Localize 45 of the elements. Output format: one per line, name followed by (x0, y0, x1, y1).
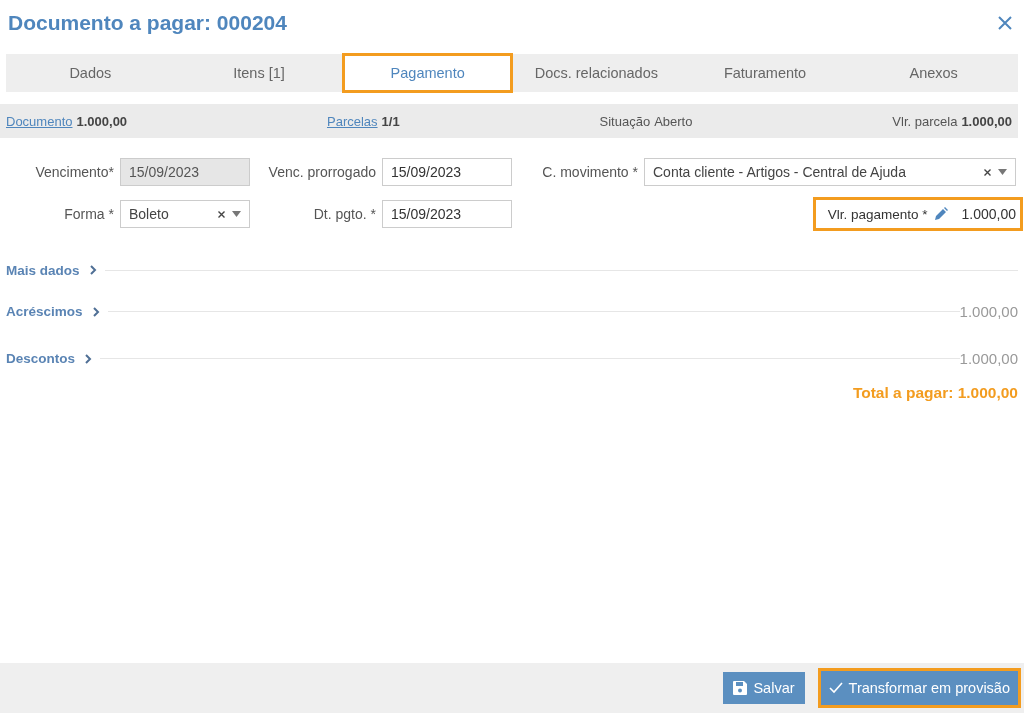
summary-link[interactable]: Parcelas (327, 113, 378, 129)
chevron-icon[interactable] (92, 306, 100, 317)
save-button[interactable]: Salvar (723, 672, 805, 704)
tab[interactable]: Docs. relacionados (512, 54, 681, 92)
date-field[interactable]: 15/09/2023 (382, 200, 512, 228)
clear-icon[interactable] (984, 168, 991, 176)
field-label: Vlr. pagamento * (827, 206, 928, 222)
tab[interactable]: Itens [1] (174, 54, 344, 92)
summary-label: Vlr. parcela (892, 113, 958, 129)
section-amount: 1.000,00 (959, 303, 1018, 320)
field-label: C. movimento * (541, 164, 638, 180)
summary-label: Situação (599, 113, 651, 129)
confirm-button[interactable]: Transformar em provisão (818, 669, 1020, 707)
tab[interactable]: Anexos (849, 54, 1019, 92)
window-title: Documento a pagar: 000204 (8, 11, 287, 35)
tab[interactable]: Faturamento (680, 54, 850, 92)
summary-value: 1.000,00 (76, 113, 128, 129)
check-icon (828, 682, 843, 694)
date-field[interactable]: 15/09/2023 (382, 158, 512, 186)
chevron-icon[interactable] (89, 265, 97, 275)
chevron-icon[interactable] (85, 353, 93, 364)
field-label: Dt. pgto. * (312, 206, 376, 222)
clear-icon[interactable] (218, 210, 225, 218)
section-toggle[interactable]: Descontos (6, 351, 76, 366)
section-amount: 1.000,00 (959, 350, 1018, 367)
caret-icon[interactable] (998, 169, 1007, 175)
close-icon[interactable] (998, 16, 1012, 30)
section-toggle[interactable]: Acréscimos (6, 304, 83, 319)
tab[interactable]: Dados (6, 54, 175, 92)
summary-value: Aberto (654, 113, 693, 129)
field-label: Venc. prorrogado (267, 164, 376, 180)
summary-value: 1.000,00 (961, 113, 1012, 129)
payment-value: 1.000,00 (961, 206, 1016, 222)
summary-link[interactable]: Documento (6, 113, 73, 129)
floppy-icon (733, 681, 748, 695)
total-amount: Total a pagar: 1.000,00 (851, 384, 1018, 402)
tab[interactable]: Pagamento (343, 54, 512, 92)
select-field[interactable]: Boleto (120, 200, 250, 228)
pencil-icon[interactable] (933, 207, 948, 221)
summary-value: 1/1 (381, 113, 400, 129)
select-field[interactable]: Conta cliente - Artigos - Central de Ajuda (644, 158, 1016, 186)
field-label: Vencimento* (34, 164, 114, 180)
field-label: Forma * (63, 206, 114, 222)
section-toggle[interactable]: Mais dados (6, 262, 80, 278)
caret-icon[interactable] (232, 211, 241, 217)
